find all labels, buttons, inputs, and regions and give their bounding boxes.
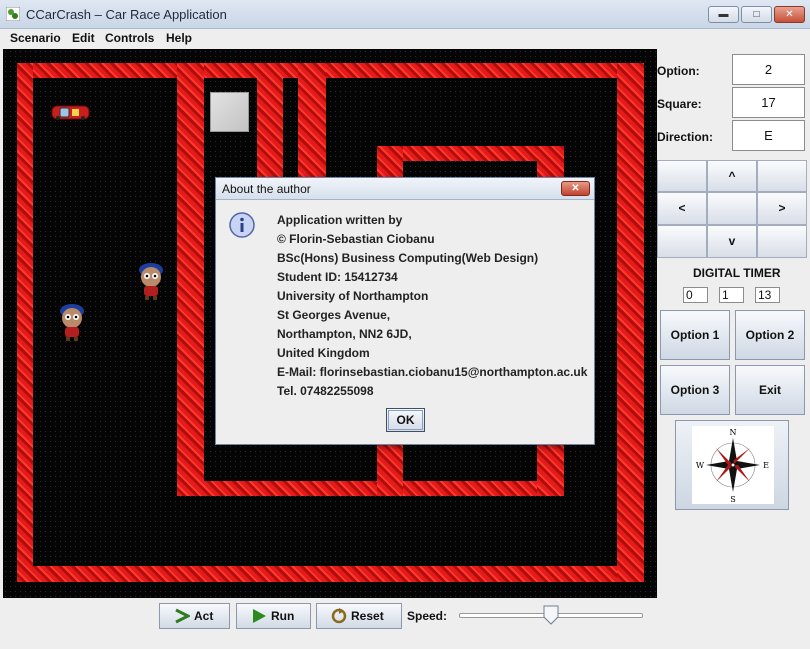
compass-s-label: S <box>730 495 735 504</box>
dialog-line: Application written by <box>277 213 403 227</box>
option-1-button[interactable]: Option 1 <box>660 310 730 360</box>
pad-blank[interactable] <box>657 225 707 258</box>
pad-center[interactable] <box>707 192 757 225</box>
dialog-line: United Kingdom <box>277 346 370 360</box>
kid-icon[interactable] <box>57 302 87 342</box>
dialog-line: Tel. 07482255098 <box>277 384 374 398</box>
dialog-line: Northampton, NN2 6JD, <box>277 327 412 341</box>
dialog-line: © Florin-Sebastian Ciobanu <box>277 232 435 246</box>
option-label: Option: <box>657 64 700 78</box>
left-button[interactable]: < <box>657 192 707 225</box>
square-label: Square: <box>657 97 702 111</box>
compass-n-label: N <box>730 428 737 437</box>
option-field: 2 <box>732 54 805 85</box>
menu-bar: Scenario Edit Controls Help <box>0 29 810 49</box>
menu-scenario[interactable]: Scenario <box>10 31 61 45</box>
direction-field: E <box>732 120 805 151</box>
info-icon <box>229 212 255 238</box>
dialog-title: About the author <box>222 182 311 196</box>
window-title: CCarCrash – Car Race Application <box>26 7 227 22</box>
minimize-button[interactable]: ▬ <box>708 6 739 23</box>
reset-label: Reset <box>351 609 384 623</box>
digital-timer-title: DIGITAL TIMER <box>693 266 781 280</box>
app-icon <box>6 7 20 21</box>
kid-icon[interactable] <box>136 261 166 301</box>
car-icon[interactable] <box>51 104 90 121</box>
reset-icon <box>331 608 347 624</box>
dialog-line: University of Northampton <box>277 289 429 303</box>
dialog-line: E-Mail: florinsebastian.ciobanu15@northa… <box>277 365 588 379</box>
run-icon <box>253 609 266 623</box>
grey-tile <box>210 92 249 132</box>
compass-e-label: E <box>763 461 769 470</box>
act-button[interactable]: Act <box>159 603 230 629</box>
maximize-icon: □ <box>753 9 760 20</box>
wall-segment <box>537 444 564 496</box>
wall-segment <box>177 63 204 496</box>
dialog-line: St Georges Avenue, <box>277 308 391 322</box>
wall-segment <box>617 63 644 582</box>
compass-panel: N S E W <box>675 420 789 510</box>
wall-segment <box>17 63 33 582</box>
direction-label: Direction: <box>657 130 714 144</box>
menu-edit[interactable]: Edit <box>72 31 95 45</box>
close-button[interactable]: ✕ <box>774 6 805 23</box>
exit-button[interactable]: Exit <box>735 365 805 415</box>
down-button[interactable]: v <box>707 225 757 258</box>
timer-seconds: 13 <box>755 287 780 303</box>
menu-controls[interactable]: Controls <box>105 31 154 45</box>
wall-segment <box>177 481 564 496</box>
wall-segment <box>257 63 283 178</box>
minimize-icon: ▬ <box>718 9 729 20</box>
run-label: Run <box>271 609 295 623</box>
wall-segment <box>377 444 403 496</box>
speed-slider-thumb[interactable] <box>543 605 559 625</box>
menu-help[interactable]: Help <box>166 31 192 45</box>
ok-button[interactable]: OK <box>386 408 425 432</box>
option-3-button[interactable]: Option 3 <box>660 365 730 415</box>
timer-minutes: 1 <box>719 287 744 303</box>
speed-label: Speed: <box>407 609 448 623</box>
dialog-line: Student ID: 15412734 <box>277 270 398 284</box>
act-icon <box>175 608 190 624</box>
compass-icon: N S E W <box>692 426 774 504</box>
compass-w-label: W <box>696 461 705 470</box>
pad-blank[interactable] <box>757 225 807 258</box>
reset-button[interactable]: Reset <box>316 603 402 629</box>
wall-segment <box>298 63 326 182</box>
dialog-line: BSc(Hons) Business Computing(Web Design) <box>277 251 539 265</box>
wall-segment <box>377 146 564 161</box>
pad-blank[interactable] <box>657 160 707 192</box>
pad-blank[interactable] <box>757 160 807 192</box>
about-dialog: About the author ✕ Application written b… <box>215 177 595 445</box>
dialog-close-button[interactable]: ✕ <box>561 181 590 196</box>
close-icon: ✕ <box>785 9 794 20</box>
dialog-title-bar: About the author ✕ <box>216 178 594 200</box>
up-button[interactable]: ^ <box>707 160 757 192</box>
maximize-button[interactable]: □ <box>741 6 772 23</box>
title-bar: CCarCrash – Car Race Application ▬ □ ✕ <box>0 0 810 29</box>
run-button[interactable]: Run <box>236 603 311 629</box>
act-label: Act <box>194 609 214 623</box>
close-icon: ✕ <box>571 183 580 194</box>
square-field: 17 <box>732 87 805 118</box>
right-button[interactable]: > <box>757 192 807 225</box>
timer-hours: 0 <box>683 287 708 303</box>
option-2-button[interactable]: Option 2 <box>735 310 805 360</box>
wall-segment <box>17 63 644 78</box>
wall-segment <box>17 566 644 582</box>
